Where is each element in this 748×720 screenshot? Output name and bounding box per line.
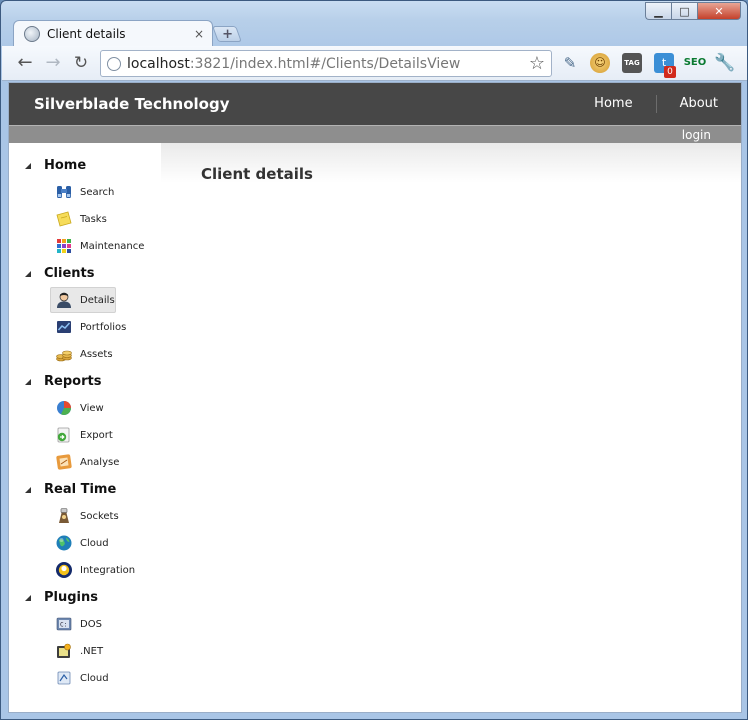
cloud-plugin-icon	[57, 671, 71, 685]
new-tab-button[interactable]: +	[212, 26, 242, 42]
page-viewport: Silverblade Technology Home About login …	[8, 82, 742, 713]
globe-icon	[56, 535, 72, 551]
sidebar-item-label: Tasks	[80, 213, 107, 225]
sidebar-item-search[interactable]: Search	[50, 179, 116, 205]
sidebar-item-analyse[interactable]: Analyse	[50, 449, 120, 475]
plus-icon: +	[221, 26, 233, 42]
notification-badge: 0	[664, 66, 676, 78]
dotnet-icon	[57, 643, 71, 658]
wrench-icon[interactable]: 🔧	[714, 53, 735, 73]
browser-tab[interactable]: Client details ×	[13, 20, 213, 46]
seo-icon[interactable]: SEO	[683, 53, 707, 73]
sidebar-item-cloud-plugin[interactable]: Cloud	[50, 665, 116, 691]
cookie-icon[interactable]: ☺	[590, 53, 610, 73]
sidebar-item-maintenance[interactable]: Maintenance	[50, 233, 144, 259]
tree-group-header[interactable]: Plugins	[9, 589, 159, 609]
sidebar-item-assets[interactable]: Assets	[50, 341, 116, 367]
login-bar: login	[9, 125, 741, 143]
sidebar-item-dotnet[interactable]: .NET	[50, 638, 116, 664]
address-bar[interactable]: localhost:3821/index.html#/Clients/Detai…	[100, 50, 552, 77]
sidebar-item-label: View	[80, 402, 104, 414]
tree-group-header[interactable]: Real Time	[9, 481, 159, 501]
tree-group-label: Real Time	[44, 482, 117, 497]
sidebar-item-view[interactable]: View	[50, 395, 116, 421]
globe-favicon-icon	[24, 25, 40, 42]
tree-group-label: Plugins	[44, 590, 98, 605]
sidebar-item-export[interactable]: Export	[50, 422, 116, 448]
tab-close-icon[interactable]: ×	[194, 27, 204, 41]
maximize-button[interactable]: □	[671, 2, 697, 20]
sidebar-item-label: Sockets	[80, 510, 119, 522]
binoculars-icon	[57, 186, 71, 198]
reload-button[interactable]: ↻	[70, 53, 92, 75]
login-link[interactable]: login	[682, 128, 711, 142]
back-button[interactable]: ←	[14, 53, 36, 75]
integration-icon	[56, 562, 72, 578]
sidebar-item-label: Integration	[80, 564, 136, 576]
sidebar-tree: Home Search Tasks Maintenance Clients De…	[9, 143, 161, 712]
sidebar-item-label: Cloud	[80, 537, 109, 549]
sidebar-item-integration[interactable]: Integration	[50, 557, 135, 583]
nav-link-about[interactable]: About	[657, 83, 741, 125]
expanded-caret-icon[interactable]	[25, 487, 31, 493]
tree-group-header[interactable]: Home	[9, 157, 159, 177]
dos-icon: C:	[56, 617, 72, 631]
sidebar-item-label: Portfolios	[80, 321, 127, 333]
sidebar-item-label: Export	[80, 429, 113, 441]
page-title: Client details	[201, 165, 313, 183]
sidebar-item-tasks[interactable]: Tasks	[50, 206, 116, 232]
window-controls: ▁ □ ✕	[645, 2, 741, 20]
bookmark-star-icon[interactable]: ☆	[529, 53, 545, 74]
sidebar-item-label: .NET	[80, 645, 104, 657]
analyse-icon	[56, 454, 72, 470]
url-path: :3821/index.html#/Clients/DetailsView	[189, 55, 461, 72]
sidebar-item-dos[interactable]: C: DOS	[50, 611, 116, 637]
export-icon	[57, 427, 70, 443]
sidebar-item-sockets[interactable]: Sockets	[50, 503, 119, 529]
page-info-icon[interactable]	[107, 56, 121, 71]
expanded-caret-icon[interactable]	[25, 163, 31, 169]
sticky-note-icon	[56, 211, 72, 227]
browser-window: ▁ □ ✕ Client details × + ← → ↻ localhost…	[0, 0, 748, 720]
app-header: Silverblade Technology Home About	[9, 83, 741, 125]
sidebar-item-label: Details	[80, 294, 115, 306]
browser-toolbar: ← → ↻ localhost:3821/index.html#/Clients…	[2, 46, 747, 81]
sidebar-item-label: Maintenance	[80, 240, 145, 252]
sidebar-item-details[interactable]: Details	[50, 287, 116, 313]
coins-icon	[56, 350, 72, 362]
sidebar-item-cloud[interactable]: Cloud	[50, 530, 116, 556]
forward-button[interactable]: →	[42, 53, 64, 75]
expanded-caret-icon[interactable]	[25, 271, 31, 277]
url-host: localhost	[127, 55, 190, 72]
color-grid-icon	[57, 239, 71, 253]
sidebar-item-label: Search	[80, 186, 115, 198]
tree-group-header[interactable]: Clients	[9, 265, 159, 285]
pie-chart-icon	[57, 401, 71, 415]
sidebar-item-label: Cloud	[80, 672, 109, 684]
expanded-caret-icon[interactable]	[25, 595, 31, 601]
portfolio-chart-icon	[57, 321, 71, 333]
brand-title: Silverblade Technology	[34, 95, 230, 113]
svg-text:C:: C:	[60, 622, 67, 629]
minimize-button[interactable]: ▁	[645, 2, 671, 20]
user-icon	[57, 292, 71, 308]
top-nav: Home About	[571, 83, 741, 125]
sidebar-item-portfolios[interactable]: Portfolios	[50, 314, 126, 340]
nav-link-home[interactable]: Home	[571, 83, 655, 125]
close-window-button[interactable]: ✕	[697, 2, 741, 20]
tree-group-label: Reports	[44, 374, 102, 389]
sidebar-item-label: DOS	[80, 618, 102, 630]
tree-group-label: Home	[44, 158, 87, 173]
tab-title: Client details	[47, 26, 126, 41]
tree-group-label: Clients	[44, 266, 95, 281]
sidebar-item-label: Analyse	[80, 456, 120, 468]
expanded-caret-icon[interactable]	[25, 379, 31, 385]
tree-group-header[interactable]: Reports	[9, 373, 159, 393]
tag-icon[interactable]: TAG	[622, 53, 642, 73]
eyedropper-icon[interactable]: ✎	[560, 53, 580, 73]
address-url[interactable]: localhost:3821/index.html#/Clients/Detai…	[127, 56, 529, 72]
sidebar-item-label: Assets	[80, 348, 113, 360]
sockets-icon	[59, 508, 69, 523]
